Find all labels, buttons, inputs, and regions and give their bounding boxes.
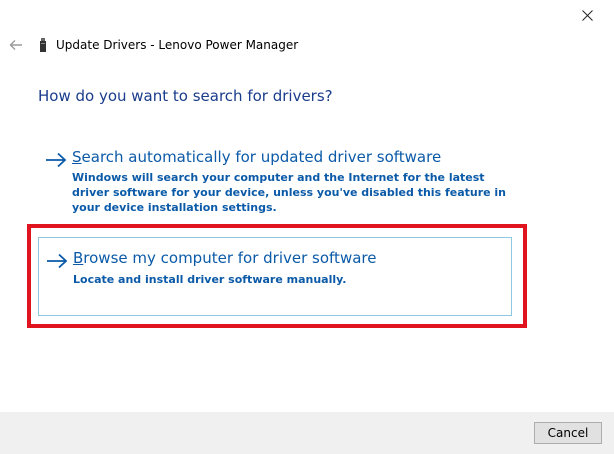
- back-arrow-icon: [9, 40, 22, 50]
- dialog-title: Update Drivers - Lenovo Power Manager: [56, 38, 299, 52]
- page-heading: How do you want to search for drivers?: [38, 87, 333, 105]
- browse-computer-option[interactable]: Browse my computer for driver software L…: [38, 237, 512, 316]
- close-icon: [581, 9, 593, 21]
- arrow-right-icon: [47, 253, 68, 269]
- arrow-right-icon: [46, 152, 67, 168]
- option-description: Locate and install driver software manua…: [73, 273, 347, 286]
- dialog-footer: Cancel: [0, 412, 614, 454]
- search-automatically-option[interactable]: Search automatically for updated driver …: [38, 148, 512, 216]
- option-title-text: rowse my computer for driver software: [83, 249, 377, 267]
- cancel-button[interactable]: Cancel: [534, 422, 602, 444]
- device-icon: [38, 37, 48, 53]
- option-title: Browse my computer for driver software: [73, 249, 376, 267]
- close-button[interactable]: [574, 4, 600, 26]
- option-title: Search automatically for updated driver …: [72, 148, 441, 166]
- option-title-accelerator: S: [72, 148, 82, 166]
- option-title-accelerator: B: [73, 249, 84, 267]
- dialog-titlebar: Update Drivers - Lenovo Power Manager: [6, 34, 614, 56]
- option-description: Windows will search your computer and th…: [72, 171, 507, 214]
- option-title-text: earch automatically for updated driver s…: [81, 148, 442, 166]
- back-button[interactable]: [6, 35, 26, 55]
